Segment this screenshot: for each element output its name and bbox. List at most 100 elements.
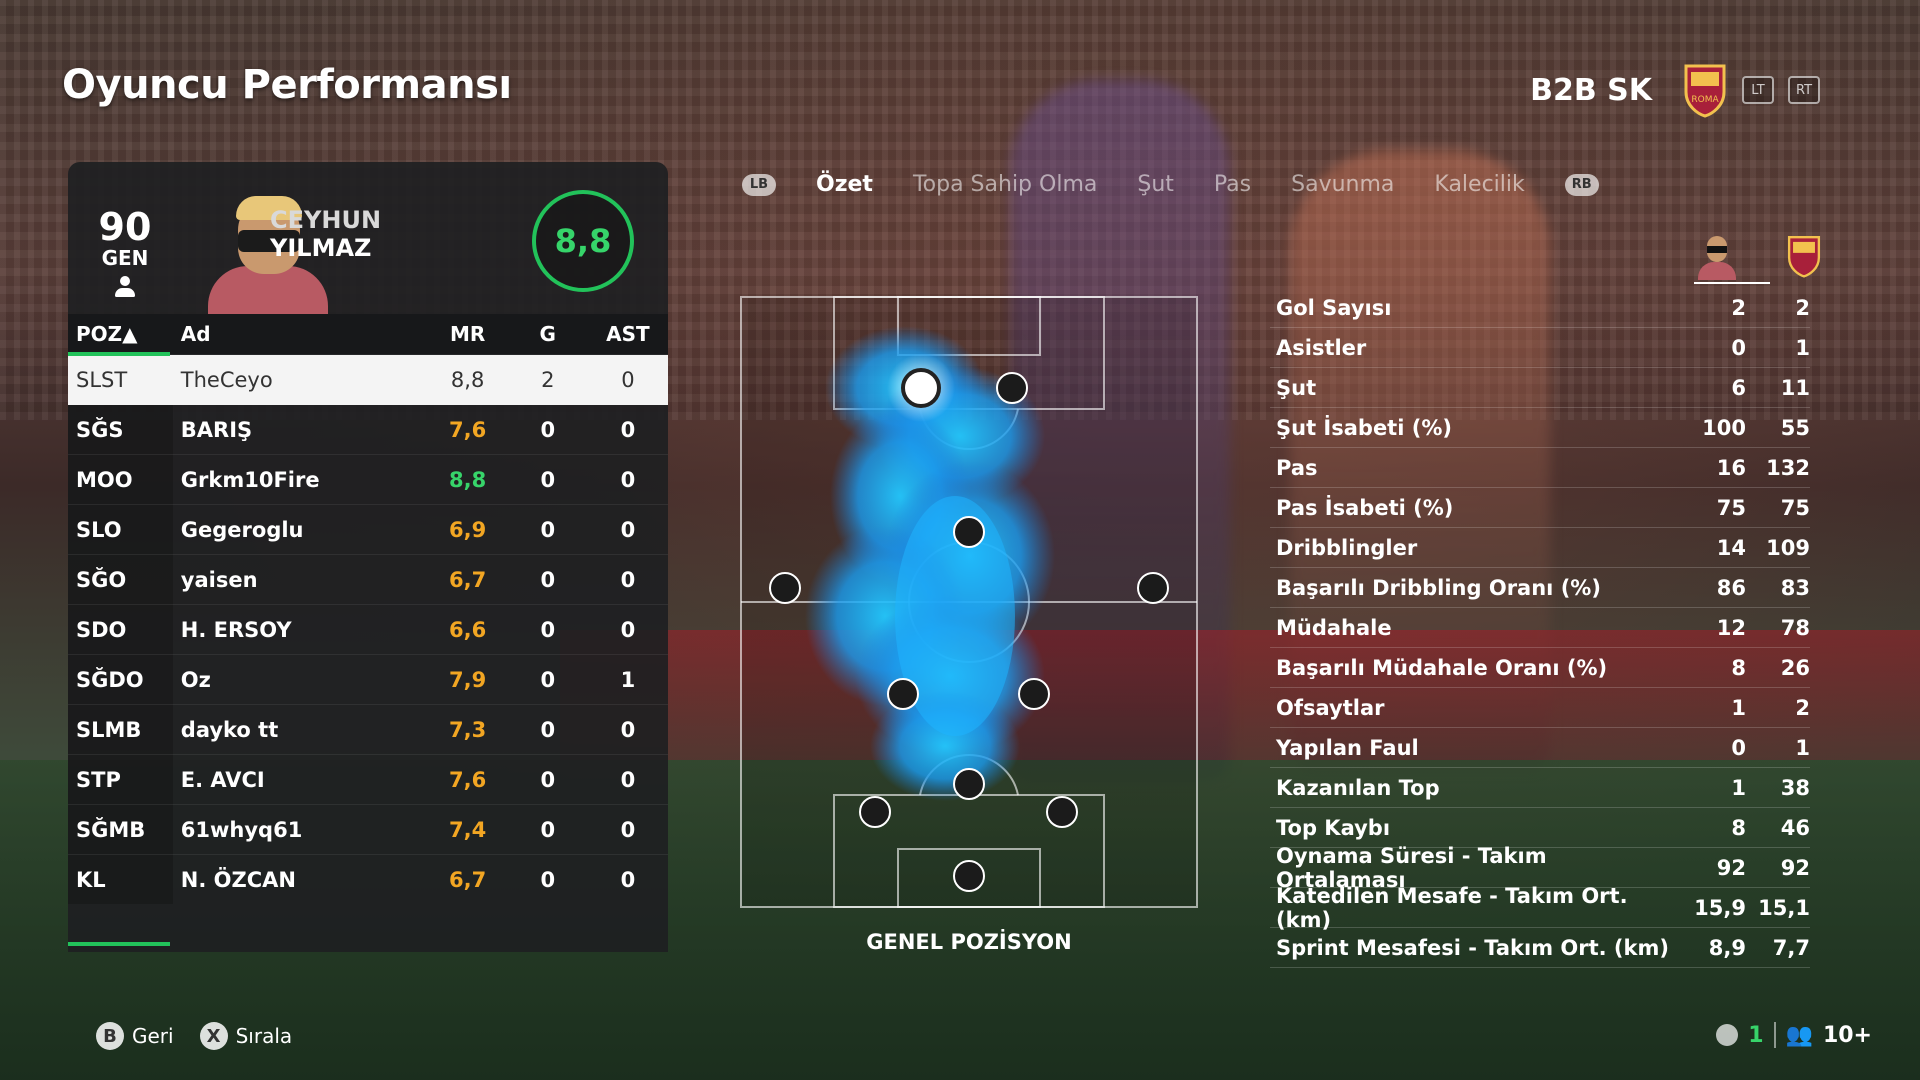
players-count: 10+	[1822, 1022, 1872, 1048]
column-header-position[interactable]: POZ▲	[68, 314, 173, 355]
stat-player-value: 2	[1731, 295, 1746, 320]
club-crest-icon: ROMA	[1682, 62, 1728, 118]
table-row[interactable]: SĞDO Oz 7,9 0 1	[68, 654, 668, 705]
stat-row: Asistler 0 1	[1270, 328, 1810, 368]
row-rating: 6,7	[427, 854, 508, 904]
stat-row: Kazanılan Top 1 38	[1270, 768, 1810, 808]
table-row[interactable]: SĞS BARIŞ 7,6 0 0	[68, 404, 668, 455]
lt-button[interactable]: LT	[1742, 76, 1774, 104]
teammate-marker	[1137, 572, 1169, 604]
row-goals: 0	[507, 854, 588, 904]
tab-passing[interactable]: Pas	[1214, 172, 1251, 197]
stat-player-value: 92	[1716, 855, 1746, 880]
player-header: 90 GEN CEYHUN YILMAZ 8,8	[68, 162, 668, 314]
row-position: SLO	[68, 504, 173, 555]
row-goals: 0	[507, 804, 588, 855]
stat-team-value: 38	[1780, 775, 1810, 800]
row-assists: 0	[587, 604, 668, 655]
tab-shooting[interactable]: Şut	[1137, 172, 1174, 197]
teammate-marker	[996, 372, 1028, 404]
row-rating: 6,9	[427, 504, 508, 555]
row-goals: 2	[507, 354, 588, 405]
column-header-goals[interactable]: G	[507, 314, 588, 355]
table-row[interactable]: KL N. ÖZCAN 6,7 0 0	[68, 854, 668, 904]
row-position: SDO	[68, 604, 173, 655]
team-header: B2B SK ROMA LT RT	[1530, 62, 1820, 118]
table-row[interactable]: SDO H. ERSOY 6,6 0 0	[68, 604, 668, 655]
stat-label: Dribblingler	[1276, 535, 1418, 560]
column-header-rating[interactable]: MR	[427, 314, 508, 355]
row-name: Oz	[172, 654, 428, 705]
tab-possession[interactable]: Topa Sahip Olma	[913, 172, 1097, 197]
stat-row: Katedilen Mesafe - Takım Ort. (km) 15,9 15…	[1270, 884, 1810, 932]
row-goals: 0	[507, 654, 588, 705]
stat-player-value: 1	[1731, 775, 1746, 800]
stat-label: Kazanılan Top	[1276, 775, 1440, 800]
teammate-marker	[953, 516, 985, 548]
lb-button[interactable]: LB	[742, 173, 776, 196]
stat-team-value: 46	[1780, 815, 1810, 840]
stat-team-value: 92	[1780, 855, 1810, 880]
rt-button[interactable]: RT	[1788, 76, 1820, 104]
player-position-marker	[901, 368, 941, 408]
tab-goalkeeping[interactable]: Kalecilik	[1434, 172, 1524, 197]
stat-player-value: 8	[1731, 815, 1746, 840]
tab-defending[interactable]: Savunma	[1291, 172, 1394, 197]
row-goals: 0	[507, 554, 588, 605]
stat-team-value: 55	[1780, 415, 1810, 440]
row-position: SLMB	[68, 704, 173, 755]
overall-value: 90	[98, 205, 152, 249]
sort-label: Sırala	[235, 1024, 293, 1048]
teammate-marker	[1046, 796, 1078, 828]
stat-team-value: 132	[1766, 455, 1810, 480]
stat-label: Başarılı Dribbling Oranı (%)	[1276, 575, 1601, 600]
voice-count: 1	[1748, 1022, 1764, 1048]
sort-button[interactable]: X Sırala	[199, 1022, 293, 1050]
stat-team-value: 26	[1780, 655, 1810, 680]
table-row[interactable]: STP E. AVCI 7,6 0 0	[68, 754, 668, 805]
teammate-marker	[769, 572, 801, 604]
goalkeeper-marker	[953, 860, 985, 892]
table-row[interactable]: SĞMB 61whyq61 7,4 0 0	[68, 804, 668, 855]
match-rating: 8,8	[532, 190, 634, 292]
scroll-indicator	[68, 942, 170, 946]
speaker-icon	[1716, 1024, 1739, 1046]
row-goals: 0	[507, 754, 588, 805]
table-row[interactable]: SLST TheCeyo 8,8 2 0	[68, 354, 668, 405]
stat-team-value: 7,7	[1772, 935, 1810, 960]
stat-label: Şut	[1276, 375, 1317, 400]
stat-team-value: 2	[1795, 295, 1810, 320]
row-rating: 7,9	[427, 654, 508, 705]
stat-player-value: 8,9	[1708, 935, 1746, 960]
overall-rating: 90 GEN	[90, 208, 160, 298]
table-row[interactable]: SLMB dayko tt 7,3 0 0	[68, 704, 668, 755]
row-name: H. ERSOY	[172, 604, 428, 655]
row-assists: 0	[587, 754, 668, 805]
footer-status: 1 👥 10+	[1716, 1022, 1872, 1048]
table-row[interactable]: SLO Gegeroglu 6,9 0 0	[68, 504, 668, 555]
teammate-marker	[1018, 678, 1050, 710]
tab-summary[interactable]: Özet	[816, 172, 873, 197]
back-button[interactable]: B Geri	[96, 1022, 174, 1050]
b-button-icon: B	[96, 1022, 124, 1050]
sort-indicator	[68, 352, 170, 356]
stat-row: Şut İsabeti (%) 100 55	[1270, 408, 1810, 448]
stat-label: Şut İsabeti (%)	[1276, 415, 1452, 440]
column-header-assists[interactable]: AST	[587, 314, 668, 355]
row-assists: 0	[587, 454, 668, 505]
column-header-name[interactable]: Ad	[172, 314, 428, 355]
row-position: STP	[68, 754, 173, 805]
row-assists: 0	[587, 804, 668, 855]
table-row[interactable]: MOO Grkm10Fire 8,8 0 0	[68, 454, 668, 505]
row-position: SLST	[68, 354, 173, 405]
row-rating: 7,6	[427, 754, 508, 805]
row-position: MOO	[68, 454, 173, 505]
selected-column-indicator	[1694, 282, 1770, 284]
stat-team-value: 2	[1795, 695, 1810, 720]
team-name: B2B SK	[1530, 72, 1652, 108]
rb-button[interactable]: RB	[1564, 173, 1599, 196]
row-rating: 8,8	[427, 354, 508, 405]
page-title: Oyuncu Performansı	[62, 62, 512, 108]
table-row[interactable]: SĞO yaisen 6,7 0 0	[68, 554, 668, 605]
stat-label: Top Kaybı	[1276, 815, 1391, 840]
